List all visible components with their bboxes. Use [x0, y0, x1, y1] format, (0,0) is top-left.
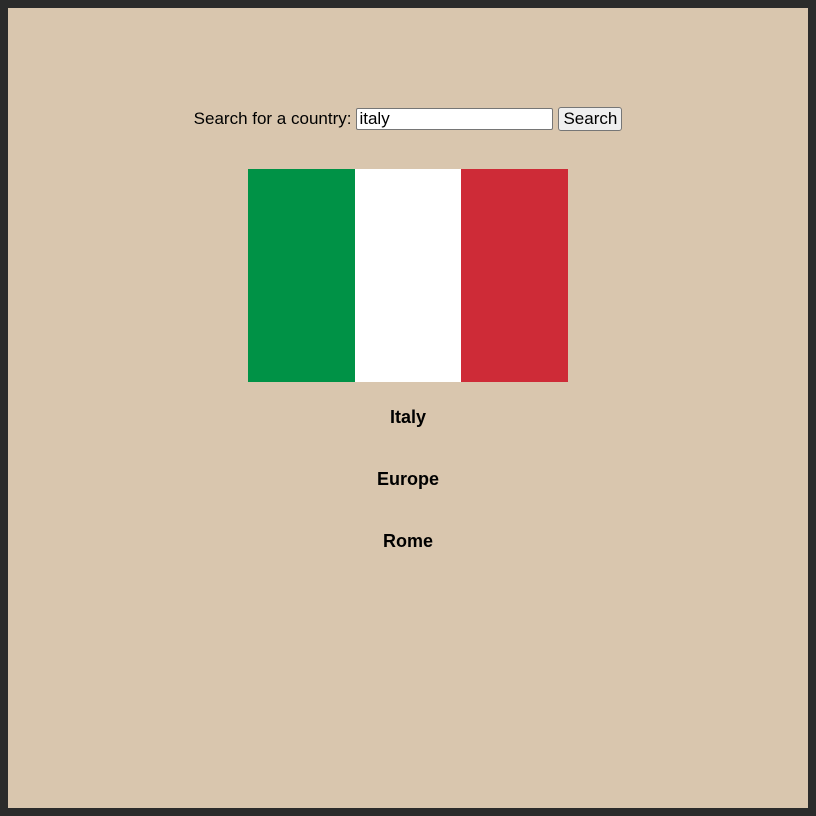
country-region: Europe	[376, 469, 439, 489]
country-flag-image	[248, 169, 569, 382]
flag-stripe-red	[461, 169, 569, 382]
search-bar: Search for a country: Search	[8, 106, 808, 132]
app-page: Search for a country: Search Italy Europ…	[8, 8, 808, 808]
country-name: Italy	[389, 407, 427, 427]
flag-stripe-green	[248, 169, 355, 382]
country-search-input[interactable]	[356, 108, 554, 130]
flag-stripe-white	[354, 169, 462, 382]
country-capital: Rome	[382, 531, 433, 551]
search-label: Search for a country:	[193, 109, 352, 128]
search-button[interactable]: Search	[558, 107, 623, 131]
